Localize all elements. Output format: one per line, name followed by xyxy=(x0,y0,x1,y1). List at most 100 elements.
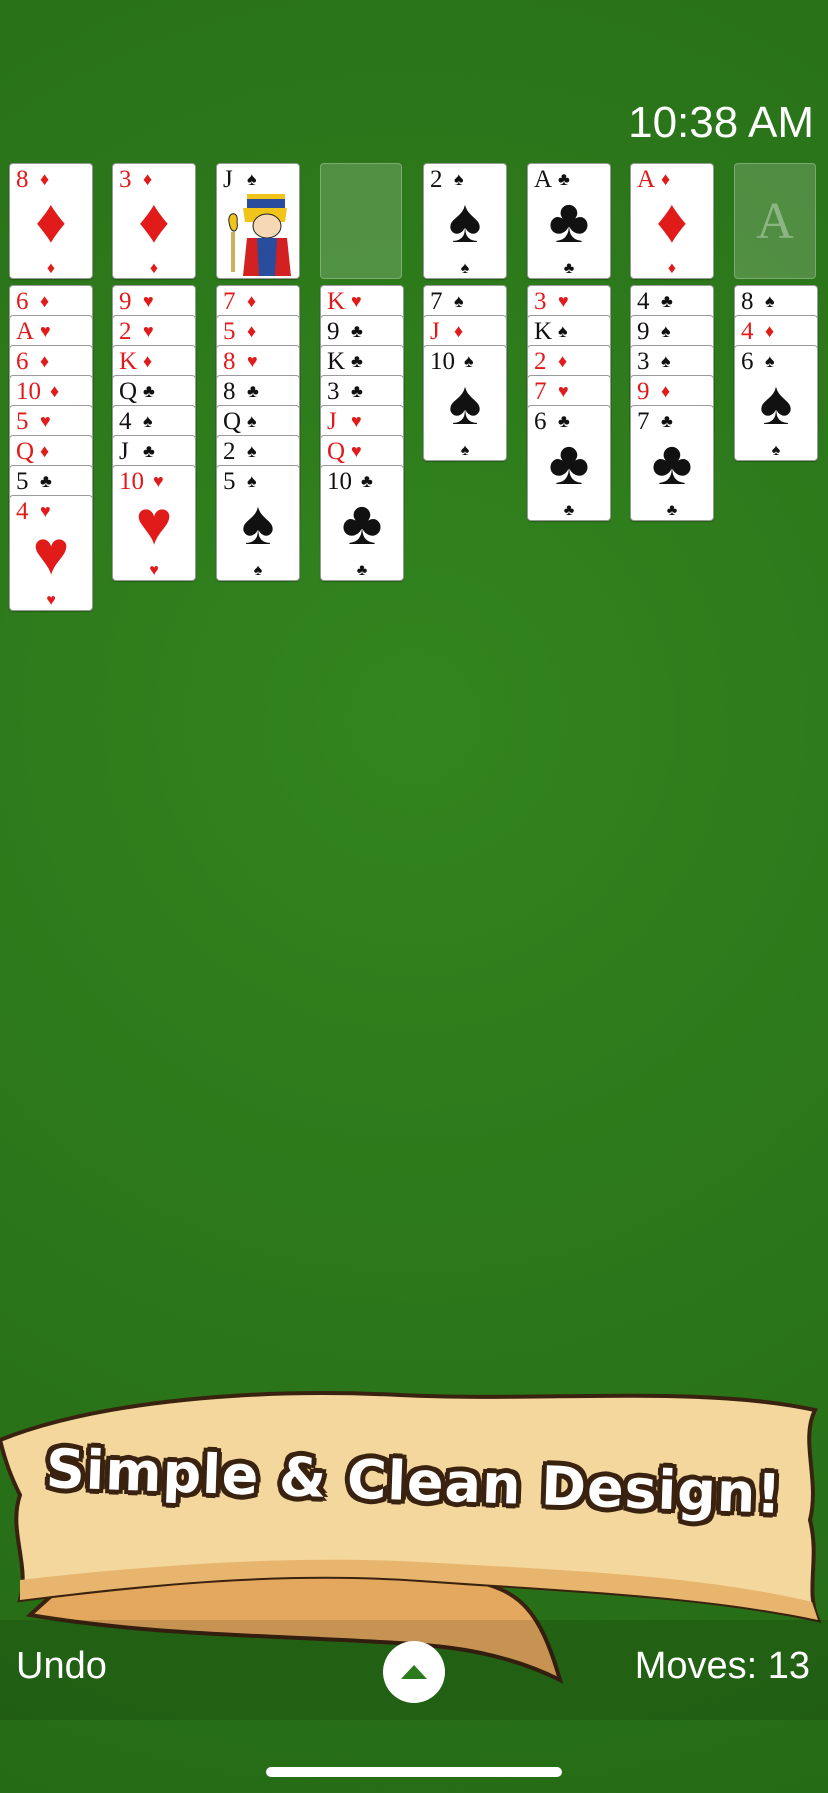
card-rank: Q xyxy=(223,408,242,435)
diamond-icon: ♦ xyxy=(454,321,464,341)
heart-icon: ♥ xyxy=(143,291,154,311)
card-6-of-spades[interactable]: 6 ♠ ♠ ♠ xyxy=(734,345,818,461)
diamond-icon: ♦ xyxy=(247,291,257,311)
card-rank: 5 xyxy=(16,468,29,495)
card-rank: 8 xyxy=(223,378,236,405)
triangle-up-icon xyxy=(401,1665,427,1679)
diamond-icon: ♦ xyxy=(50,381,60,401)
club-icon: ♣ xyxy=(356,562,368,579)
card-10-of-hearts[interactable]: 10 ♥ ♥ ♥ xyxy=(112,465,196,581)
club-icon: ♣ xyxy=(548,187,590,256)
card-rank: 7 xyxy=(430,288,443,315)
diamond-icon: ♦ xyxy=(558,351,568,371)
card-2-of-spades[interactable]: 2 ♠ ♠ ♠ xyxy=(423,163,507,279)
diamond-icon: ♦ xyxy=(40,351,50,371)
card-rank: 3 xyxy=(534,288,547,315)
card-7-of-clubs[interactable]: 7 ♣ ♣ ♣ xyxy=(630,405,714,521)
spade-icon: ♠ xyxy=(460,260,470,277)
club-icon: ♣ xyxy=(143,381,155,401)
card-A-of-clubs[interactable]: A ♣ ♣ ♣ xyxy=(527,163,611,279)
card-10-of-clubs[interactable]: 10 ♣ ♣ ♣ xyxy=(320,465,404,581)
card-3-of-diamonds[interactable]: 3 ♦ ♦ ♦ xyxy=(112,163,196,279)
heart-icon: ♥ xyxy=(46,592,56,609)
card-4-of-hearts[interactable]: 4 ♥ ♥ ♥ xyxy=(9,495,93,611)
diamond-icon: ♦ xyxy=(661,381,671,401)
status-time: 10:38 AM xyxy=(628,98,814,147)
card-rank: 4 xyxy=(119,408,132,435)
club-icon: ♣ xyxy=(563,260,575,277)
spade-icon: ♠ xyxy=(661,321,671,341)
card-rank: K xyxy=(119,348,138,375)
card-6-of-clubs[interactable]: 6 ♣ ♣ ♣ xyxy=(527,405,611,521)
diamond-icon: ♦ xyxy=(656,187,688,256)
foundation-empty[interactable]: A xyxy=(734,163,816,279)
heart-icon: ♥ xyxy=(143,321,154,341)
club-icon: ♣ xyxy=(651,429,693,498)
card-rank: 9 xyxy=(637,318,650,345)
card-rank: 8 xyxy=(223,348,236,375)
spade-icon: ♠ xyxy=(759,369,793,438)
diamond-icon: ♦ xyxy=(35,187,67,256)
card-rank: 3 xyxy=(327,378,340,405)
card-rank: J xyxy=(327,408,337,435)
diamond-icon: ♦ xyxy=(40,291,50,311)
club-icon: ♣ xyxy=(351,321,363,341)
spade-icon: ♠ xyxy=(247,411,257,431)
spade-icon: ♠ xyxy=(454,291,464,311)
club-icon: ♣ xyxy=(351,381,363,401)
heart-icon: ♥ xyxy=(32,519,70,588)
moves-counter: Moves: 13 xyxy=(634,1645,810,1687)
card-rank: A xyxy=(16,318,35,345)
card-rank: 7 xyxy=(223,288,236,315)
free-cell-empty[interactable] xyxy=(320,163,402,279)
diamond-icon: ♦ xyxy=(143,351,153,371)
card-rank: 9 xyxy=(637,378,650,405)
diamond-icon: ♦ xyxy=(667,260,677,277)
heart-icon: ♥ xyxy=(149,562,159,579)
club-icon: ♣ xyxy=(661,291,673,311)
club-icon: ♣ xyxy=(40,471,52,491)
card-5-of-spades[interactable]: 5 ♠ ♠ ♠ xyxy=(216,465,300,581)
menu-button[interactable] xyxy=(383,1641,445,1703)
spade-icon: ♠ xyxy=(241,489,275,558)
diamond-icon: ♦ xyxy=(46,260,56,277)
spade-icon: ♠ xyxy=(143,411,153,431)
club-icon: ♣ xyxy=(666,502,678,519)
spade-icon: ♠ xyxy=(247,441,257,461)
undo-button[interactable]: Undo xyxy=(16,1645,107,1688)
heart-icon: ♥ xyxy=(558,291,569,311)
card-rank: J xyxy=(223,166,233,193)
card-rank: 2 xyxy=(119,318,132,345)
heart-icon: ♥ xyxy=(135,489,173,558)
card-A-of-diamonds[interactable]: A ♦ ♦ ♦ xyxy=(630,163,714,279)
club-icon: ♣ xyxy=(143,441,155,461)
card-rank: 6 xyxy=(16,348,29,375)
card-rank: 5 xyxy=(223,318,236,345)
heart-icon: ♥ xyxy=(558,381,569,401)
diamond-icon: ♦ xyxy=(138,187,170,256)
card-rank: 8 xyxy=(741,288,754,315)
card-rank: Q xyxy=(16,438,35,465)
card-rank: 9 xyxy=(119,288,132,315)
card-rank: 2 xyxy=(534,348,547,375)
spade-icon: ♠ xyxy=(448,187,482,256)
club-icon: ♣ xyxy=(563,502,575,519)
spade-icon: ♠ xyxy=(771,442,781,459)
card-J-of-spades[interactable]: J ♠ xyxy=(216,163,300,279)
card-rank: 7 xyxy=(534,378,547,405)
club-icon: ♣ xyxy=(341,489,383,558)
card-rank: Q xyxy=(327,438,346,465)
card-8-of-diamonds[interactable]: 8 ♦ ♦ ♦ xyxy=(9,163,93,279)
card-10-of-spades[interactable]: 10 ♠ ♠ ♠ xyxy=(423,345,507,461)
spade-icon: ♠ xyxy=(460,442,470,459)
card-rank: 3 xyxy=(637,348,650,375)
jack-face-icon xyxy=(228,194,291,276)
spade-icon: ♠ xyxy=(661,351,671,371)
card-rank: 2 xyxy=(223,438,236,465)
heart-icon: ♥ xyxy=(40,411,51,431)
heart-icon: ♥ xyxy=(351,411,362,431)
heart-icon: ♥ xyxy=(40,321,51,341)
card-rank: Q xyxy=(119,378,138,405)
heart-icon: ♥ xyxy=(247,351,258,371)
spade-icon: ♠ xyxy=(765,291,775,311)
